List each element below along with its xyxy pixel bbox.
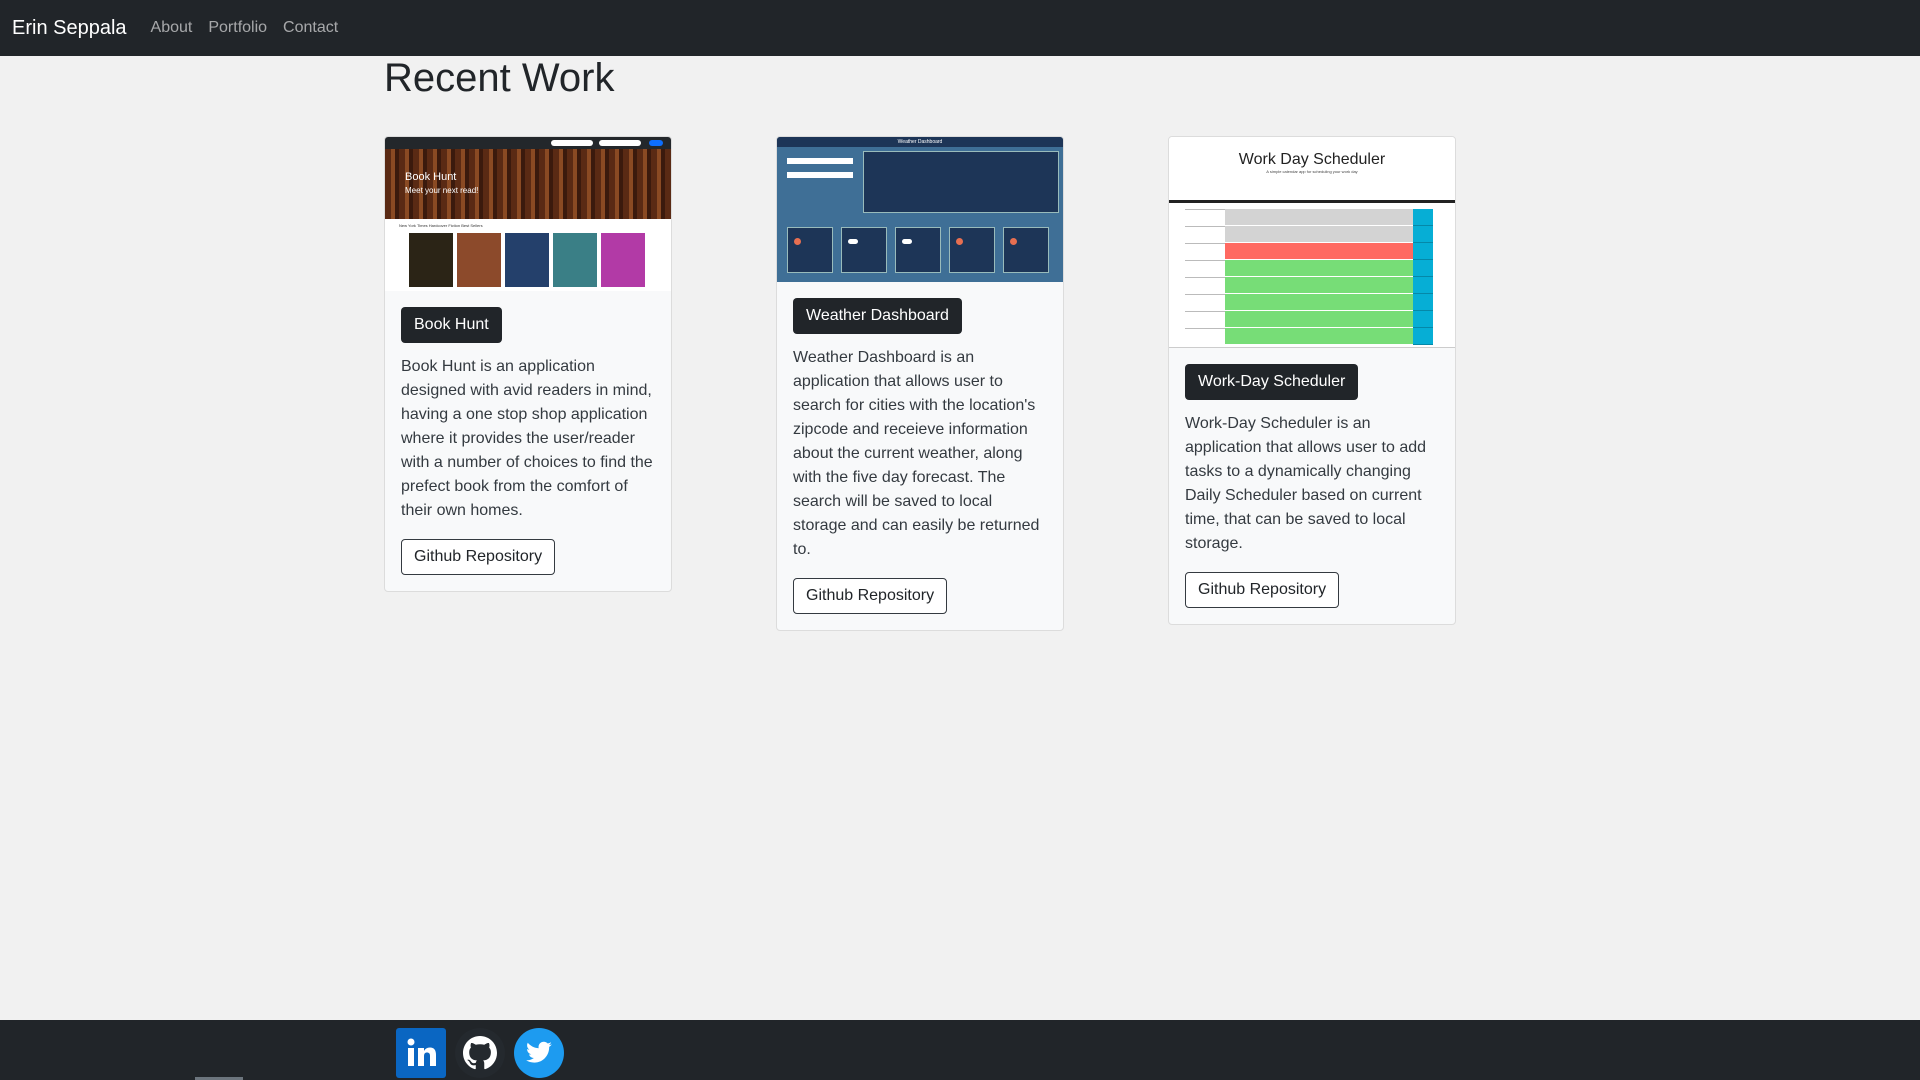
thumb-save-button: [1413, 209, 1433, 226]
work-day-scheduler-screenshot[interactable]: Work Day Scheduler A simple calendar app…: [1169, 137, 1455, 348]
nav-link-about[interactable]: About: [151, 19, 193, 37]
thumb-hero-title: Book Hunt: [405, 171, 457, 183]
thumb-save-button: [1413, 243, 1433, 260]
project-title-button[interactable]: Book Hunt: [401, 307, 502, 343]
thumb-divider: [1169, 200, 1455, 203]
thumb-title: Work Day Scheduler: [1238, 151, 1386, 168]
sun-icon: [956, 238, 963, 245]
thumb-header: Weather Dashboard: [777, 137, 1063, 147]
project-title-button[interactable]: Weather Dashboard: [793, 298, 962, 334]
thumb-hour-row-past: [1225, 226, 1413, 243]
thumb-save-button: [1413, 294, 1433, 311]
thumb-search-input: [787, 158, 853, 164]
book-cover: [457, 233, 501, 287]
thumb-save-button: [1413, 277, 1433, 294]
thumb-save-button: [1413, 260, 1433, 277]
thumb-hour-row-future: [1225, 328, 1413, 345]
page-title: Recent Work: [384, 56, 615, 100]
thumb-subtitle: A simple calendar app for scheduling you…: [1266, 169, 1358, 174]
thumb-caption: New York Times Hardcover Fiction Best Se…: [399, 223, 483, 228]
project-card-weather-dashboard: Weather Dashboard Weather Dashboard Weat…: [776, 136, 1064, 631]
project-card-work-day-scheduler: Work Day Scheduler A simple calendar app…: [1168, 136, 1456, 625]
nav-link-portfolio[interactable]: Portfolio: [208, 19, 267, 37]
thumb-hour-row-past: [1225, 209, 1413, 226]
thumb-hero: [385, 149, 671, 219]
github-repository-button[interactable]: Github Repository: [401, 539, 556, 575]
book-cover: [601, 233, 645, 287]
thumb-forecast-day: [895, 227, 941, 273]
thumb-hour-row-present: [1225, 243, 1413, 260]
github-icon[interactable]: [455, 1028, 505, 1078]
thumb-hour-row-future: [1225, 311, 1413, 328]
thumb-forecast-day: [787, 227, 833, 273]
linkedin-icon[interactable]: [396, 1028, 446, 1078]
navbar: Erin Seppala About Portfolio Contact: [0, 0, 1920, 56]
project-description: Weather Dashboard is an application that…: [793, 349, 1040, 558]
thumb-navbar: [385, 137, 671, 149]
weather-dashboard-screenshot[interactable]: Weather Dashboard: [777, 137, 1063, 282]
thumb-forecast-day: [949, 227, 995, 273]
project-description: Book Hunt is an application designed wit…: [401, 358, 653, 519]
book-cover: [553, 233, 597, 287]
thumb-hour-row-future: [1225, 277, 1413, 294]
book-hunt-screenshot[interactable]: Book Hunt Meet your next read! New York …: [385, 137, 671, 291]
cloud-icon: [848, 239, 858, 244]
book-cover: [409, 233, 453, 287]
book-cover: [505, 233, 549, 287]
thumb-forecast-day: [841, 227, 887, 273]
cloud-icon: [902, 239, 912, 244]
project-title-button[interactable]: Work-Day Scheduler: [1185, 364, 1359, 400]
thumb-save-button: [1413, 328, 1433, 345]
thumb-hero-subtitle: Meet your next read!: [405, 186, 479, 195]
thumb-save-button: [1413, 226, 1433, 243]
project-card-book-hunt: Book Hunt Meet your next read! New York …: [384, 136, 672, 592]
sun-icon: [1010, 238, 1017, 245]
thumb-forecast-day: [1003, 227, 1049, 273]
github-repository-button[interactable]: Github Repository: [793, 578, 948, 614]
brand-link[interactable]: Erin Seppala: [12, 17, 127, 40]
twitter-icon[interactable]: [514, 1028, 564, 1078]
sun-icon: [794, 238, 801, 245]
thumb-current-weather: [863, 151, 1059, 213]
thumb-save-button: [1413, 311, 1433, 328]
nav-link-contact[interactable]: Contact: [283, 19, 338, 37]
project-description: Work-Day Scheduler is an application tha…: [1185, 415, 1427, 552]
thumb-hour-row-future: [1225, 260, 1413, 277]
github-repository-button[interactable]: Github Repository: [1185, 572, 1340, 608]
thumb-search-input: [787, 172, 853, 178]
footer: [0, 1020, 1920, 1080]
thumb-hour-row-future: [1225, 294, 1413, 311]
